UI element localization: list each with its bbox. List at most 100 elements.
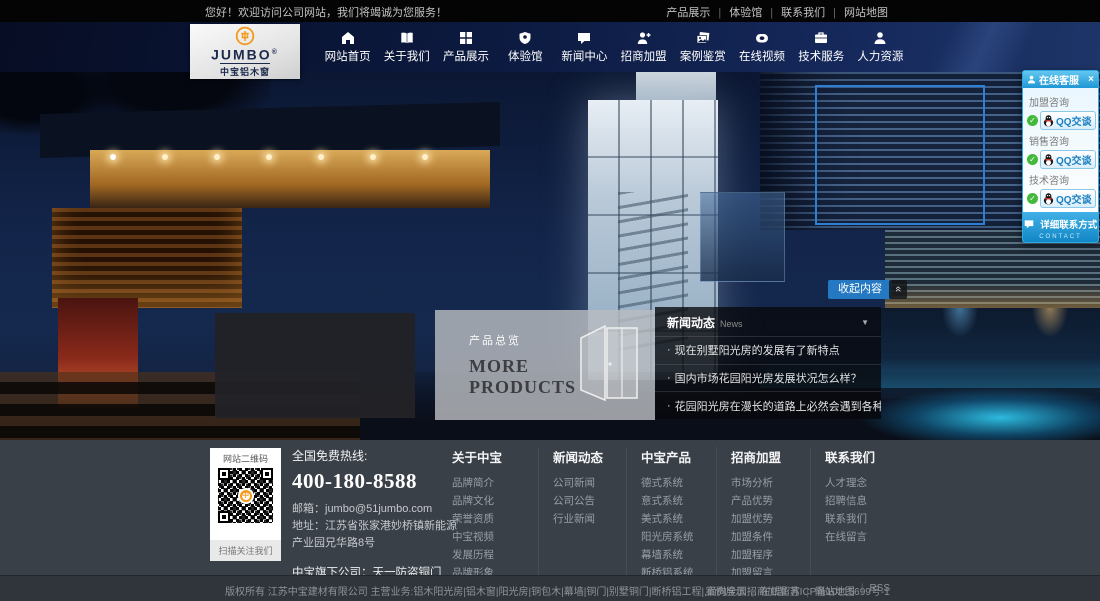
company-logo[interactable]: JUMBO® 中宝铝木窗 [190, 24, 300, 79]
gallery-icon [696, 31, 710, 45]
footer-column-title: 关于中宝 [452, 447, 538, 466]
qr-caption: 扫描关注我们 [210, 540, 281, 561]
chat-icon [577, 31, 591, 45]
nav-item-experience[interactable]: 体验馆 [496, 22, 555, 72]
nav-item-join[interactable]: 招商加盟 [614, 22, 673, 72]
more-products-panel[interactable]: 产品总览 MORE PRODUCTS [435, 310, 655, 420]
footer-link[interactable]: 荣誉资质 [452, 510, 538, 528]
footer-link[interactable]: 德式系统 [641, 474, 716, 492]
news-panel-title: 新闻动态 [667, 314, 715, 331]
bottombar-links: 案例展示 在线留言 网站地图 RSS [706, 583, 890, 598]
logo-subtitle: 中宝铝木窗 [220, 63, 270, 78]
footer-link[interactable]: 产品优势 [731, 492, 810, 510]
bottom-link-message[interactable]: 在线留言 [746, 583, 801, 598]
qr-logo-badge: 中 [238, 488, 254, 504]
hero-pool [850, 384, 1100, 440]
nav-item-about[interactable]: 关于我们 [377, 22, 436, 72]
hero-warm-interior [90, 150, 490, 208]
footer-link[interactable]: 品牌简介 [452, 474, 538, 492]
hero-annotation-box [815, 85, 985, 225]
news-item[interactable]: 现在别墅阳光房的发展有了新特点 [655, 336, 881, 364]
nav-item-video[interactable]: 在线视频 [732, 22, 791, 72]
qq-chat-button[interactable]: QQ交谈 [1040, 150, 1096, 169]
footer-column-title: 中宝产品 [641, 447, 716, 466]
footer-link[interactable]: 市场分析 [731, 474, 810, 492]
shield-icon [518, 31, 532, 45]
footer-column-title: 招商加盟 [731, 447, 810, 466]
briefcase-icon [814, 31, 828, 45]
hotline-label: 全国免费热线: [292, 447, 460, 464]
footer-link[interactable]: 联系我们 [825, 510, 898, 528]
footer-link[interactable]: 阳光房系统 [641, 528, 716, 546]
topbar-link-products[interactable]: 产品展示 [666, 4, 710, 20]
online-status-icon: ✓ [1027, 154, 1038, 165]
close-icon[interactable]: × [1088, 75, 1094, 85]
collapse-arrows-icon[interactable]: « [889, 280, 907, 299]
hero-glass-pavilion [700, 192, 785, 282]
footer-link[interactable]: 加盟优势 [731, 510, 810, 528]
qr-title: 网站二维码 [223, 448, 268, 468]
news-item[interactable]: 国内市场花园阳光房发展状况怎么样？ [655, 364, 881, 392]
service-panel-title: 在线客服 [1039, 72, 1079, 87]
footer-link[interactable]: 中宝视频 [452, 528, 538, 546]
topbar: 您好！欢迎访问公司网站，我们将竭诚为您服务！ 产品展示 体验馆 联系我们 网站地… [0, 0, 1100, 22]
footer-link[interactable]: 美式系统 [641, 510, 716, 528]
hero-wood-balcony [52, 208, 242, 308]
qr-finder-mark [261, 468, 273, 480]
service-group-label: 加盟咨询 [1029, 94, 1094, 109]
online-status-icon: ✓ [1027, 193, 1038, 204]
qq-penguin-icon [1042, 192, 1055, 205]
video-icon [755, 31, 769, 45]
nav-item-home[interactable]: 网站首页 [318, 22, 377, 72]
topbar-link-experience[interactable]: 体验馆 [710, 4, 762, 20]
nav-item-news[interactable]: 新闻中心 [555, 22, 614, 72]
footer-link[interactable]: 人才理念 [825, 474, 898, 492]
logo-registered-mark: ® [272, 49, 279, 56]
qq-chat-button[interactable]: QQ交谈 [1040, 189, 1096, 208]
online-service-panel: 在线客服 × 加盟咨询 ✓ QQ交谈 销售咨询 ✓ QQ交谈 技术咨询 ✓ QQ… [1022, 70, 1099, 243]
news-item[interactable]: 花园阳光房在漫长的道路上必然会遇到各种挑战 [655, 391, 881, 419]
book-icon [400, 31, 414, 45]
welcome-text: 您好！欢迎访问公司网站，我们将竭诚为您服务！ [205, 4, 447, 20]
user-icon [1027, 75, 1036, 84]
bottom-link-sitemap[interactable]: 网站地图 [800, 583, 855, 598]
footer-link[interactable]: 发展历程 [452, 546, 538, 564]
user-plus-icon [637, 31, 651, 45]
service-panel-header: 在线客服 × [1023, 71, 1098, 88]
contact-caption: CONTACT [1023, 234, 1098, 240]
footer: 网站二维码 中 扫描关注我们 全国免费热线: 400-180-8588 邮箱：j… [0, 440, 1100, 575]
footer-link[interactable]: 品牌文化 [452, 492, 538, 510]
service-group-label: 技术咨询 [1029, 172, 1094, 187]
chevron-down-icon[interactable]: ▼ [861, 318, 869, 327]
nav-item-cases[interactable]: 案例鉴赏 [673, 22, 732, 72]
footer-link[interactable]: 幕墙系统 [641, 546, 716, 564]
collapse-content-button[interactable]: 收起内容 [828, 280, 892, 299]
service-group-label: 销售咨询 [1029, 133, 1094, 148]
qr-card: 网站二维码 中 扫描关注我们 [210, 448, 281, 561]
footer-link[interactable]: 行业新闻 [553, 510, 626, 528]
footer-link[interactable]: 意式系统 [641, 492, 716, 510]
nav-item-hr[interactable]: 人力资源 [851, 22, 910, 72]
footer-link[interactable]: 公司新闻 [553, 474, 626, 492]
news-panel-subtitle: News [720, 319, 743, 329]
footer-link[interactable]: 加盟条件 [731, 528, 810, 546]
topbar-link-sitemap[interactable]: 网站地图 [825, 4, 888, 20]
detailed-contact-button[interactable]: 详细联系方式 CONTACT [1023, 212, 1098, 242]
topbar-link-contact[interactable]: 联系我们 [762, 4, 825, 20]
open-window-icon [577, 318, 641, 410]
footer-link[interactable]: 公司公告 [553, 492, 626, 510]
home-icon [341, 31, 355, 45]
footer-link[interactable]: 加盟程序 [731, 546, 810, 564]
main-menu: 网站首页 关于我们 产品展示 体验馆 新闻中心 招商加盟 案例鉴赏 在线视频 技… [318, 22, 910, 72]
nav-item-products[interactable]: 产品展示 [436, 22, 495, 72]
footer-address: 地址：江苏省张家港妙桥镇新能源产业园兄华路8号 [292, 518, 460, 552]
bottom-link-cases[interactable]: 案例展示 [706, 583, 746, 598]
footer-link[interactable]: 在线留言 [825, 528, 898, 546]
grid-icon [459, 31, 473, 45]
products-panel-title: 产品总览 [469, 332, 569, 348]
footer-link[interactable]: 招聘信息 [825, 492, 898, 510]
nav-item-service[interactable]: 技术服务 [792, 22, 851, 72]
feature-dark-box [215, 313, 415, 418]
qq-chat-button[interactable]: QQ交谈 [1040, 111, 1096, 130]
bottom-link-rss[interactable]: RSS [855, 583, 890, 598]
